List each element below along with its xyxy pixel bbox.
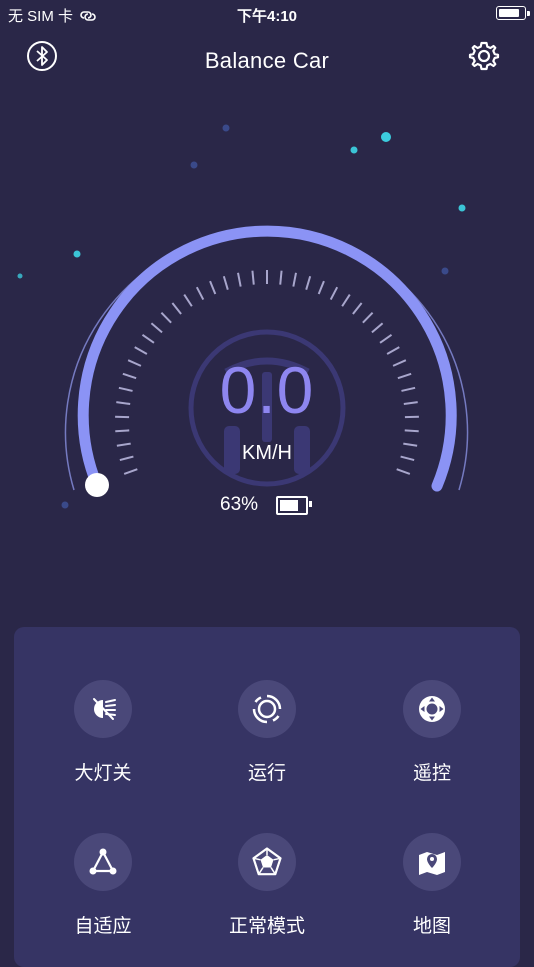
gauge-tick [184, 295, 192, 307]
normal-mode-button[interactable] [238, 833, 296, 891]
adaptive-button[interactable] [74, 833, 132, 891]
gauge-tick [397, 469, 410, 474]
speedometer-gauge [0, 0, 534, 620]
gauge-tick [252, 271, 253, 285]
adaptive-icon [87, 846, 119, 878]
gauge-tick [124, 469, 137, 474]
headlight-icon [88, 694, 118, 724]
gauge-tick [306, 276, 310, 289]
control-label: 自适应 [33, 911, 173, 938]
gauge-tick [405, 430, 419, 431]
gauge-tick [319, 281, 324, 294]
gauge-tick [372, 323, 383, 332]
gauge-tick [331, 287, 337, 299]
gauge-tick [224, 276, 228, 289]
run-icon [251, 693, 283, 725]
battery-icon [276, 496, 308, 515]
control-label: 正常模式 [197, 911, 337, 938]
gauge-tick [161, 313, 171, 323]
gauge-tick [353, 303, 362, 314]
gauge-tick [280, 271, 281, 285]
control-label: 地图 [362, 911, 502, 938]
gauge-tick [363, 313, 373, 323]
control-label: 运行 [197, 758, 337, 785]
remote-control[interactable]: 遥控 [362, 680, 502, 785]
gauge-tick [380, 335, 391, 343]
map-control[interactable]: 地图 [362, 833, 502, 938]
gauge-tick [342, 295, 350, 307]
gauge-tick [293, 273, 296, 287]
speed-value: 0.0 [0, 352, 534, 428]
gauge-speed-indicator[interactable] [85, 473, 109, 497]
gauge-tick [151, 323, 162, 332]
normal-mode-icon [251, 846, 283, 878]
map-button[interactable] [403, 833, 461, 891]
gauge-tick [197, 287, 203, 299]
adaptive-control[interactable]: 自适应 [33, 833, 173, 938]
gauge-tick [210, 281, 215, 294]
headlight-control[interactable]: 大灯关 [33, 680, 173, 785]
battery-status: 63% [220, 494, 308, 516]
map-icon [416, 846, 448, 878]
remote-control-button[interactable] [403, 680, 461, 738]
remote-control-icon [416, 693, 448, 725]
gauge-tick [115, 430, 129, 431]
battery-percent: 63% [220, 494, 258, 516]
control-label: 遥控 [362, 758, 502, 785]
control-label: 大灯关 [33, 758, 173, 785]
gauge-tick [238, 273, 241, 287]
speed-unit: KM/H [0, 442, 534, 465]
control-panel: 大灯关 运行 遥控 [14, 627, 520, 967]
headlight-button[interactable] [74, 680, 132, 738]
gauge-tick [172, 303, 181, 314]
run-button[interactable] [238, 680, 296, 738]
run-control[interactable]: 运行 [197, 680, 337, 785]
normal-mode-control[interactable]: 正常模式 [197, 833, 337, 938]
gauge-tick [142, 335, 153, 343]
